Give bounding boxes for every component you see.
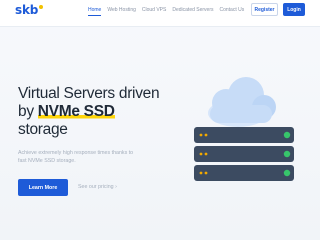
site-header: skb Home Web Hosting Cloud VPS Dedicated… xyxy=(0,0,320,26)
logo[interactable]: skb xyxy=(15,2,44,18)
see-pricing-link[interactable]: See our pricing › xyxy=(78,184,117,190)
nav-item-dedicated-servers[interactable]: Dedicated Servers xyxy=(172,7,213,16)
hero-title-line1: Virtual Servers driven xyxy=(18,85,160,102)
hero-title-by: by xyxy=(18,103,38,120)
learn-more-button[interactable]: Learn More xyxy=(18,179,68,196)
hero-title-line3: storage xyxy=(18,121,68,138)
hero-subtitle: Achieve extremely high response times th… xyxy=(18,150,134,164)
logo-dot-icon xyxy=(39,4,44,9)
nav-item-web-hosting[interactable]: Web Hosting xyxy=(107,7,136,16)
nav-item-contact-us[interactable]: Contact Us xyxy=(220,7,245,16)
nav-item-home[interactable]: Home xyxy=(88,7,102,16)
nav-item-cloud-vps[interactable]: Cloud VPS xyxy=(142,7,166,16)
cloud-icon xyxy=(208,77,276,127)
main-nav: Home Web Hosting Cloud VPS Dedicated Ser… xyxy=(88,7,250,16)
hero-title-highlight: NVMe SSD xyxy=(37,103,115,120)
register-button[interactable]: Register xyxy=(251,3,278,16)
header-divider xyxy=(0,26,320,27)
hero-title: Virtual Servers driven by NVMe SSD stora… xyxy=(18,85,198,139)
login-button[interactable]: Login xyxy=(283,3,305,16)
server-stack-icon xyxy=(194,127,294,181)
hero-illustration xyxy=(194,77,294,181)
logo-text: skb xyxy=(15,3,39,17)
